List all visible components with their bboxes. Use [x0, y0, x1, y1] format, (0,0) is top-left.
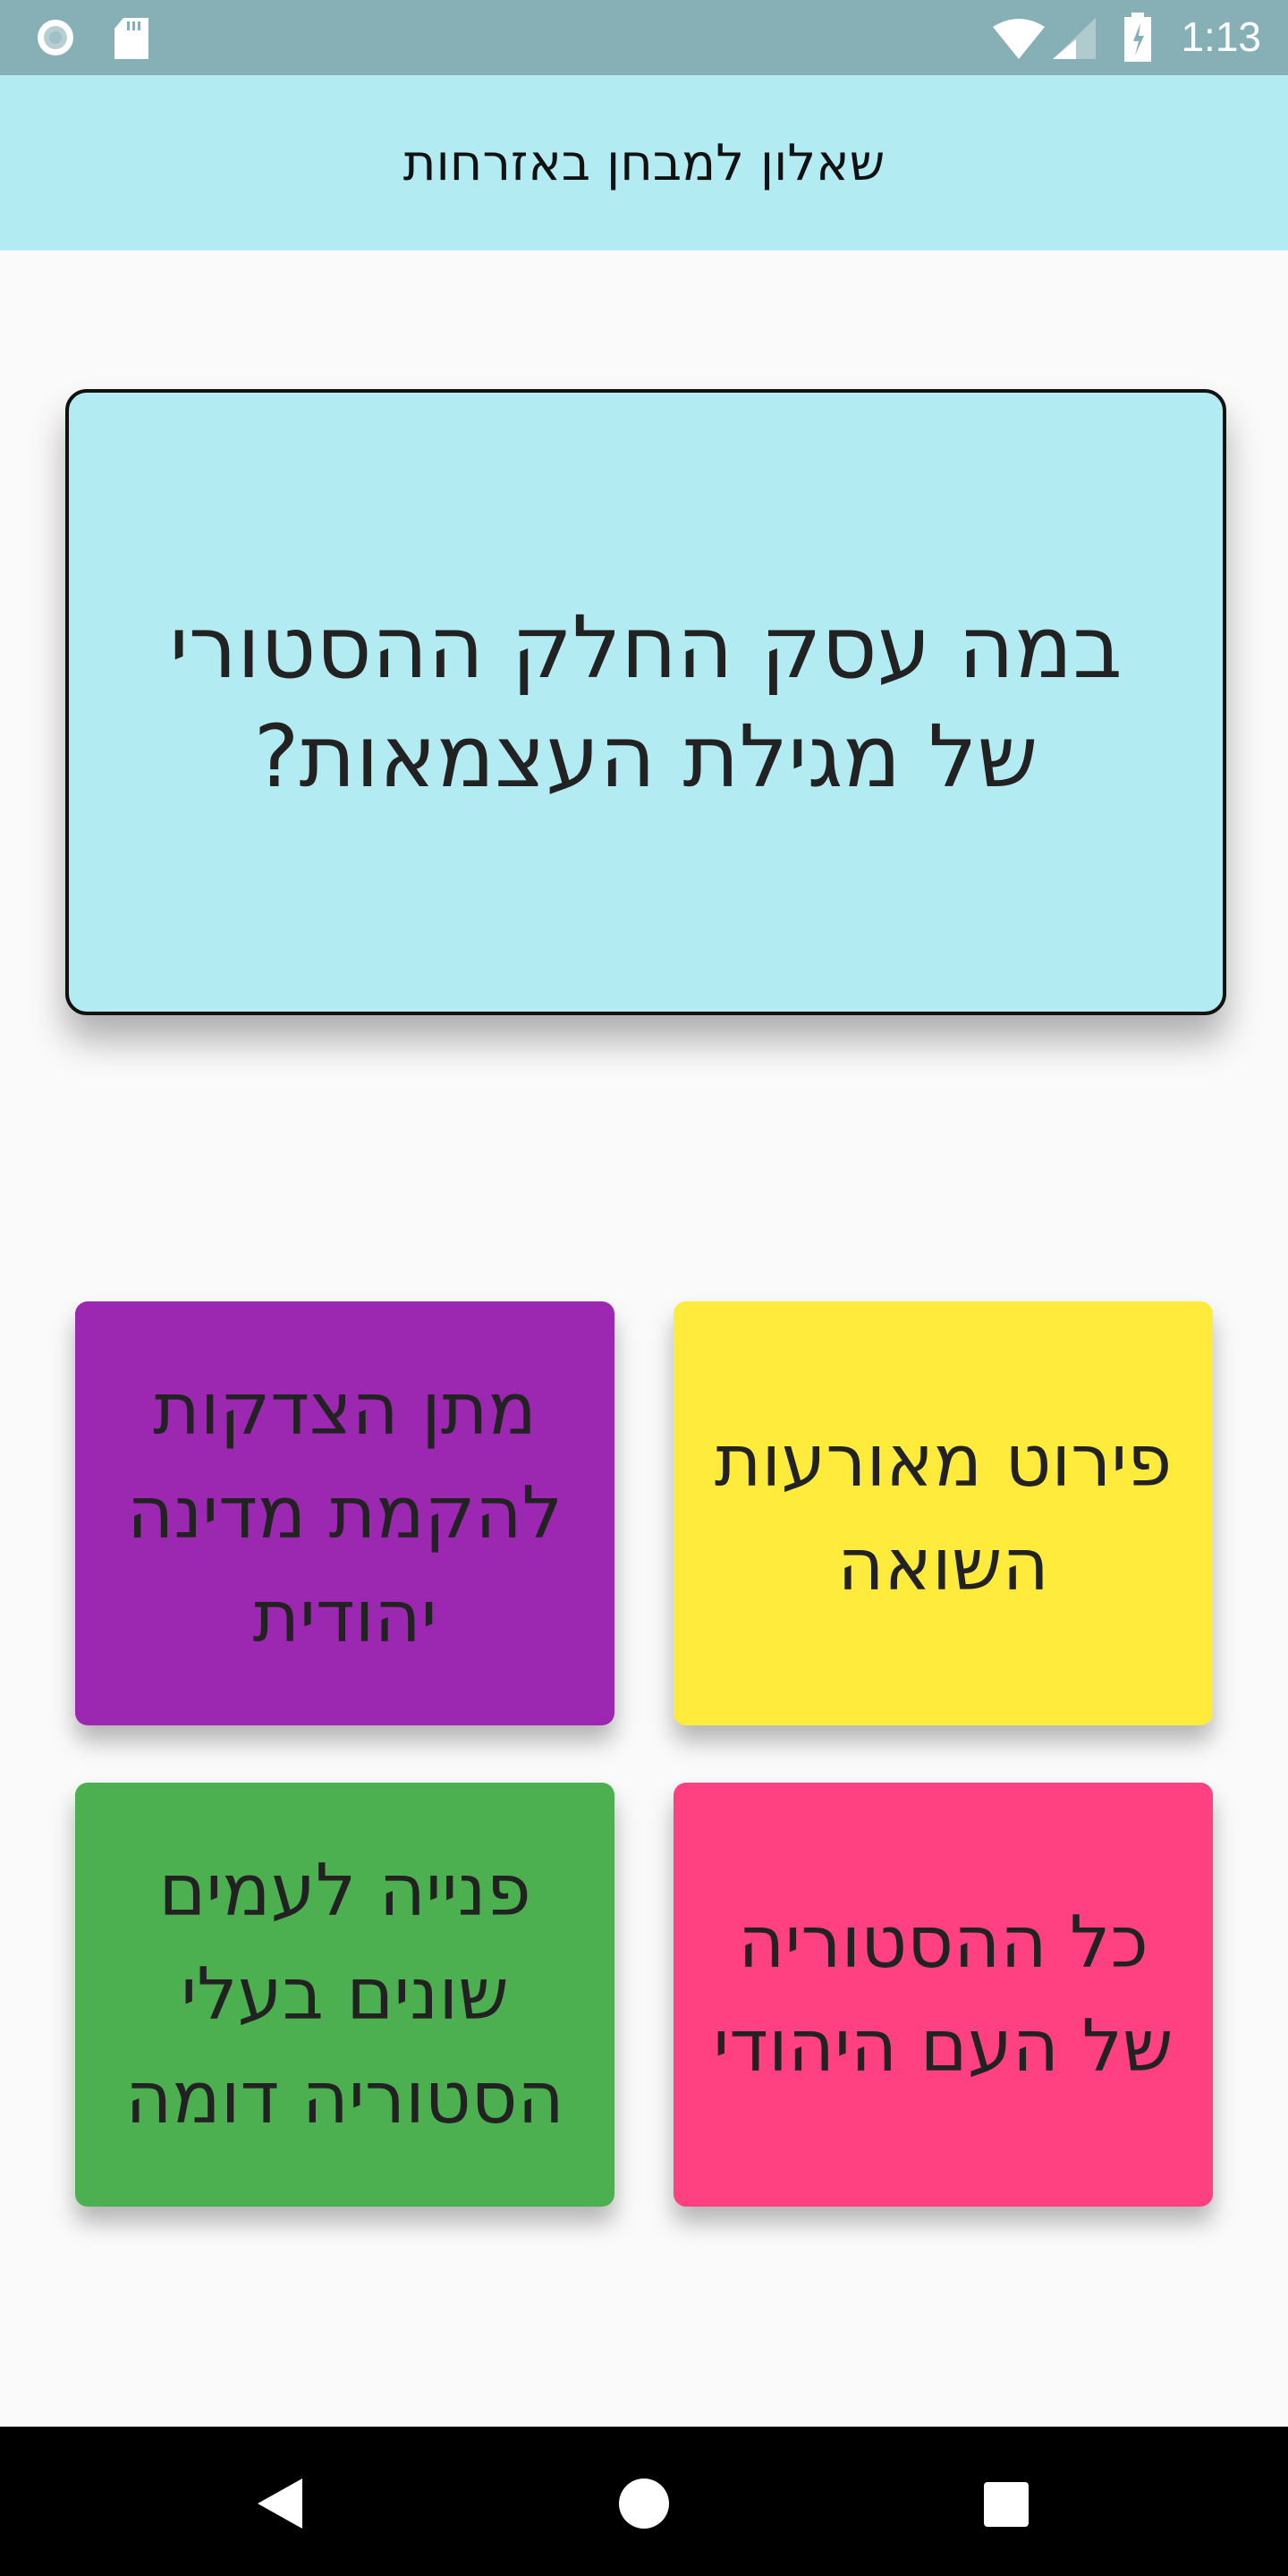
answer-label: מתן הצדקות להקמת מדינה יהודית [126, 1368, 564, 1658]
status-bar: 1:13 [0, 0, 1288, 75]
signal-icon [1053, 18, 1096, 59]
question-card: במה עסק החלק ההסטורי של מגילת העצמאות? [65, 389, 1226, 1015]
battery-charging-icon [1124, 13, 1151, 62]
answer-button-3[interactable]: כל ההסטוריה של העם היהודי [674, 1783, 1213, 2207]
wifi-icon [993, 19, 1045, 59]
sd-card-icon [114, 18, 148, 59]
answer-label: כל ההסטוריה של העם היהודי [713, 1901, 1174, 2088]
app-bar: שאלון למבחן באזרחות [0, 75, 1288, 250]
recents-icon[interactable] [982, 2480, 1030, 2529]
app-title: שאלון למבחן באזרחות [402, 133, 886, 192]
answer-button-2[interactable]: מתן הצדקות להקמת מדינה יהודית [75, 1301, 614, 1725]
question-text: במה עסק החלק ההסטורי של מגילת העצמאות? [169, 597, 1123, 807]
answer-label: פירוט מאורעות השואה [714, 1419, 1173, 1606]
answer-button-4[interactable]: פנייה לעמים שונים בעלי הסטוריה דומה [75, 1783, 614, 2207]
answer-button-1[interactable]: פירוט מאורעות השואה [674, 1301, 1213, 1725]
clock: 1:13 [1181, 13, 1261, 60]
navigation-bar [0, 2427, 1288, 2576]
home-icon[interactable] [617, 2477, 671, 2530]
back-icon[interactable] [254, 2477, 304, 2530]
answer-label: פנייה לעמים שונים בעלי הסטוריה דומה [125, 1849, 564, 2140]
record-icon [38, 20, 73, 55]
